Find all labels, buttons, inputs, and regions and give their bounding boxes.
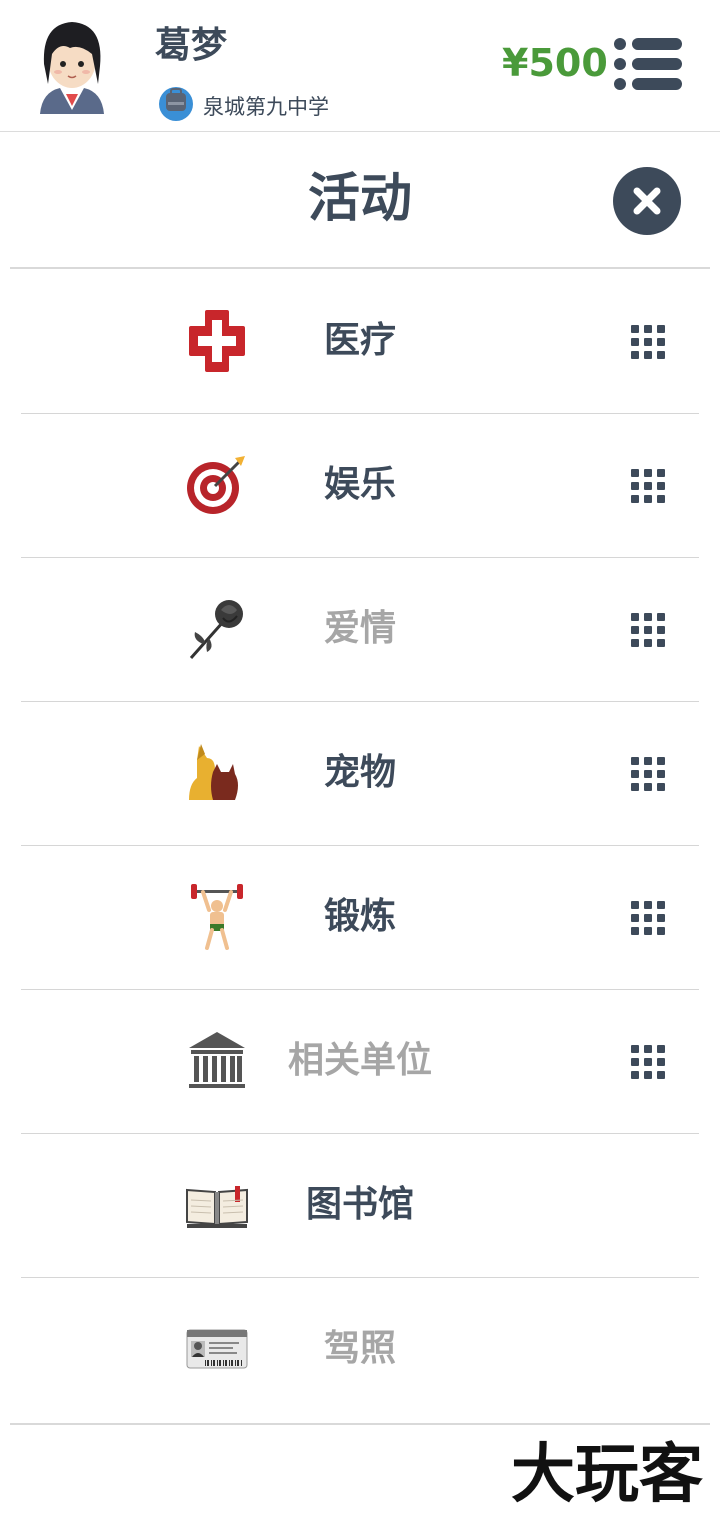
- activity-label: 驾照: [323, 1328, 396, 1369]
- grid-icon[interactable]: [631, 757, 665, 791]
- header-bar: 葛梦 泉城第九中学 ¥500: [0, 0, 720, 132]
- activity-label: 相关单位: [287, 1040, 432, 1081]
- activity-item-pet[interactable]: 宠物: [21, 702, 699, 846]
- panel-title: 活动: [307, 169, 412, 229]
- activity-label: 医疗: [323, 320, 396, 361]
- grid-icon[interactable]: [631, 1045, 665, 1079]
- activity-item-driver-license[interactable]: 驾照: [21, 1278, 699, 1422]
- watermark-logo: 大玩客: [511, 1438, 703, 1512]
- activity-label: 锻炼: [323, 896, 396, 937]
- activity-label: 宠物: [323, 752, 396, 793]
- user-name: 葛梦: [155, 25, 228, 66]
- activity-item-love[interactable]: 爱情: [21, 558, 699, 702]
- activity-item-medical[interactable]: 医疗: [21, 270, 699, 414]
- grid-icon[interactable]: [631, 325, 665, 359]
- grid-icon[interactable]: [631, 901, 665, 935]
- close-button[interactable]: [613, 167, 681, 235]
- school-name: 泉城第九中学: [203, 95, 329, 119]
- watermark-text: 大玩客: [511, 1438, 703, 1512]
- activity-label: 爱情: [323, 608, 396, 649]
- activity-item-entertainment[interactable]: 娱乐: [21, 414, 699, 558]
- grid-icon[interactable]: [631, 469, 665, 503]
- activity-list: 医疗 娱乐 爱情 宠物 锻炼 相关单位 图书馆 驾照: [21, 270, 699, 1422]
- activity-label: 图书馆: [305, 1184, 414, 1225]
- bottom-divider: [10, 1423, 710, 1425]
- activity-item-exercise[interactable]: 锻炼: [21, 846, 699, 990]
- activity-panel-header: 活动: [10, 133, 710, 269]
- activity-item-library[interactable]: 图书馆: [21, 1134, 699, 1278]
- activity-label: 娱乐: [323, 464, 396, 505]
- avatar[interactable]: [30, 14, 114, 118]
- money-balance: ¥500: [502, 41, 608, 85]
- grid-icon[interactable]: [631, 613, 665, 647]
- school-bag-icon: [159, 87, 193, 121]
- activity-item-institutions[interactable]: 相关单位: [21, 990, 699, 1134]
- menu-list-icon[interactable]: [612, 36, 684, 92]
- close-icon: [633, 187, 661, 215]
